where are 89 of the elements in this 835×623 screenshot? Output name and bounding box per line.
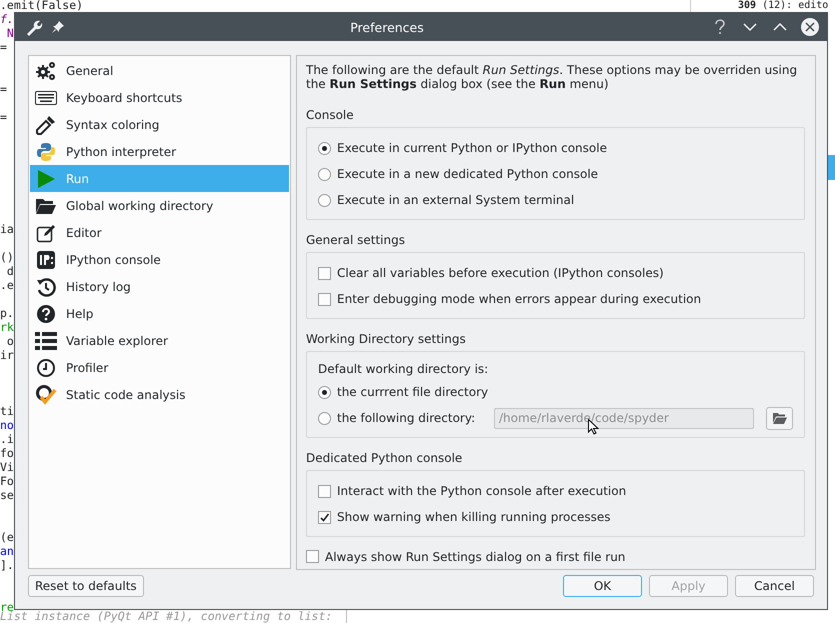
code-text: .emit(False)	[0, 0, 84, 12]
radio-button[interactable]	[318, 386, 331, 398]
list-icon	[35, 332, 57, 350]
code-text: no	[0, 418, 14, 432]
browse-button[interactable]	[766, 406, 793, 430]
option-label: Enter debugging mode when errors appear during execution	[337, 292, 702, 306]
radio-button[interactable]	[318, 168, 331, 180]
code-text: Vi	[0, 460, 14, 474]
pin-icon	[51, 20, 65, 34]
help-icon	[714, 19, 726, 35]
code-text: ir	[0, 348, 14, 362]
history-icon	[36, 276, 56, 296]
option-label: the currrent file directory	[337, 385, 488, 399]
code-text: N	[6, 26, 14, 40]
match-info: 309 (12): edito	[738, 0, 828, 12]
code-text: rk	[0, 320, 14, 334]
code-text: =	[0, 40, 7, 54]
section-title: Dedicated Python console	[306, 451, 462, 465]
code-text: ia	[0, 222, 14, 236]
checkbox[interactable]	[318, 484, 331, 498]
option-label: Interact with the Python console after execution	[337, 484, 626, 498]
wrench-icon	[25, 18, 43, 36]
code-text: fo	[0, 446, 14, 460]
option-label: Show warning when killing running processes	[337, 510, 610, 524]
category-item[interactable]: Global working directory	[30, 192, 289, 219]
checkbox[interactable]	[318, 292, 331, 306]
dialog-button[interactable]: OK	[563, 574, 642, 596]
code-text: =	[0, 82, 7, 96]
intro-text: The following are the default Run Settings. These options may be overriden using the Run Settings dialog box (see the Run menu)	[306, 63, 798, 91]
code-text: se	[0, 488, 14, 502]
window-title: Preferences	[349, 20, 425, 34]
option-label: Always show Run Settings dialog on a first file run	[325, 550, 626, 564]
edit-icon	[36, 222, 56, 242]
code-text: an	[0, 544, 14, 558]
selection-highlight	[828, 155, 835, 180]
checkbox[interactable]	[318, 266, 331, 280]
field-label: Default working directory is:	[318, 362, 488, 376]
category-item[interactable]: General	[30, 57, 289, 84]
code-text: .e	[0, 278, 14, 292]
python-icon	[36, 142, 56, 162]
category-item[interactable]: Editor	[30, 219, 289, 246]
checkbox[interactable]	[306, 550, 319, 563]
category-item[interactable]: Variable explorer	[30, 327, 289, 354]
folder-icon	[772, 412, 788, 424]
code-text: (e	[0, 530, 14, 544]
section-title: Working Directory settings	[306, 332, 466, 346]
keyboard-icon	[35, 90, 57, 104]
option-label: Clear all variables before execution (IPython consoles)	[337, 266, 664, 280]
clock-icon	[36, 358, 56, 378]
category-item[interactable]: Keyboard shortcuts	[30, 84, 289, 111]
code-text: p.	[0, 306, 14, 320]
gears-icon	[35, 60, 57, 80]
console-icon	[36, 250, 56, 270]
code-text: o	[6, 334, 14, 348]
close-button[interactable]	[799, 16, 821, 38]
category-item[interactable]: Syntax coloring	[30, 111, 289, 138]
category-item[interactable]: IPython console	[30, 246, 289, 273]
category-item[interactable]: Python interpreter	[30, 138, 289, 165]
category-item[interactable]: History log	[30, 273, 289, 300]
code-text: ()	[0, 250, 14, 264]
radio-button[interactable]	[318, 142, 331, 154]
code-text: Fo	[0, 474, 14, 488]
code-text: d	[6, 264, 14, 278]
section-title: General settings	[306, 233, 405, 247]
chevron-up-icon	[773, 22, 787, 32]
dropper-icon	[36, 114, 56, 134]
option-label: the following directory:	[337, 411, 476, 425]
magnifier-check-icon	[35, 384, 57, 406]
radio-button[interactable]	[318, 194, 331, 206]
option-label: Execute in a new dedicated Python console	[337, 167, 598, 181]
code-text: =	[0, 110, 7, 124]
section-title: Console	[306, 108, 354, 122]
code-text: ti	[0, 404, 14, 418]
option-label: Execute in an external System terminal	[337, 193, 574, 207]
reset-button[interactable]: Reset to defaults	[28, 574, 144, 596]
option-label: Execute in current Python or IPython console	[337, 141, 607, 155]
help-icon	[36, 304, 56, 324]
category-item[interactable]: Help	[30, 300, 289, 327]
code-text: .i	[0, 432, 14, 446]
category-item[interactable]: Static code analysis	[30, 381, 289, 408]
play-icon	[36, 168, 56, 188]
dialog-button[interactable]: Cancel	[735, 574, 814, 596]
checkbox[interactable]	[318, 510, 331, 524]
code-text: f.	[0, 12, 14, 26]
code-text: ].	[0, 558, 14, 572]
folder-icon	[35, 196, 57, 214]
chevron-down-icon	[743, 22, 757, 32]
category-item[interactable]: Profiler	[30, 354, 289, 381]
close-icon	[800, 17, 820, 37]
